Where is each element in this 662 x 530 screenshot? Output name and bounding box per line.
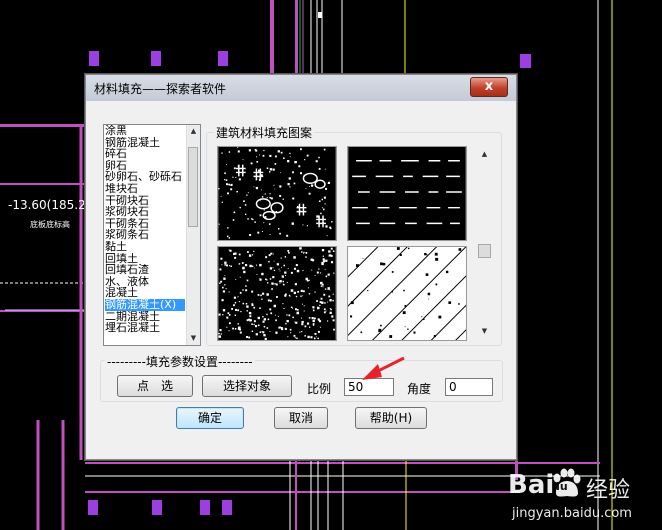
pattern-reinforced-concrete[interactable] [347, 246, 467, 341]
params-group-label: ---------填充参数设置-------- [105, 353, 255, 370]
scroll-down-arrow-icon[interactable]: ▼ [187, 332, 200, 345]
pattern-scroll-down-icon[interactable]: ▼ [478, 325, 491, 338]
pattern-scrollbar[interactable]: ▲ ▼ [478, 140, 492, 338]
material-list-item[interactable]: 埋石混凝土 [105, 322, 185, 334]
scroll-thumb[interactable] [188, 147, 198, 227]
dialog-titlebar[interactable]: 材料填充——探索者软件 x [86, 75, 516, 101]
pattern-group-label: 建筑材料填充图案 [214, 124, 315, 141]
close-icon: x [484, 79, 494, 94]
angle-label: 角度 [407, 382, 432, 396]
material-list-item[interactable]: 水、液体 [105, 276, 185, 288]
material-list-scrollbar[interactable]: ▲ ▼ [186, 125, 200, 345]
annotation-arrow-icon [362, 356, 405, 380]
pattern-gravel[interactable] [217, 146, 337, 241]
scale-label: 比例 [307, 382, 332, 396]
material-list-item[interactable]: 浆砌块石 [105, 206, 185, 218]
pattern-concrete-dots[interactable] [217, 246, 337, 341]
material-fill-dialog: 材料填充——探索者软件 x 涂黑 钢筋混凝土 碎石 卵石 砂卵石、砂砾石 堆块石 干砌块石浆… [85, 74, 517, 460]
material-list-item[interactable]: 回填石渣 [105, 264, 185, 276]
help-button[interactable]: 帮助(H) [355, 407, 427, 429]
watermark-url: jingyan.baidu.com [512, 506, 632, 521]
material-list-item[interactable]: 砂卵石、砂砾石 [105, 171, 185, 183]
close-button[interactable]: x [470, 77, 508, 97]
pattern-scroll-thumb[interactable] [478, 244, 491, 258]
material-list-item[interactable]: 堆块石 [105, 183, 185, 195]
angle-input[interactable] [445, 378, 493, 396]
material-list-item[interactable]: 涂黑 [105, 125, 185, 137]
material-listbox[interactable]: 涂黑 钢筋混凝土 碎石 卵石 砂卵石、砂砾石 堆块石 干砌块石 浆砌块石 干砌条石 浆砌条石 黏土回… [103, 124, 201, 346]
ok-button[interactable]: 确定 [176, 407, 244, 429]
material-list-item[interactable]: 混凝土 [105, 287, 185, 299]
dialog-title: 材料填充——探索者软件 [94, 82, 227, 96]
pick-point-button[interactable]: 点 选 [117, 375, 193, 397]
select-objects-button[interactable]: 选择对象 [202, 375, 292, 397]
watermark-du: du [552, 480, 568, 493]
material-list-item[interactable]: 卵石 [105, 160, 185, 172]
cad-note-label: 底板底标高 [30, 220, 70, 229]
material-list-item[interactable]: 浆砌条石 [105, 229, 185, 241]
pattern-scroll-up-icon[interactable]: ▲ [478, 148, 491, 161]
material-list-item[interactable]: 回填土 [105, 253, 185, 265]
baidu-watermark: Bai du 经验 jingyan.baidu.com [498, 464, 658, 526]
material-list-item[interactable]: 黏土 [105, 241, 185, 253]
watermark-product: 经验 [586, 478, 631, 503]
material-list-item[interactable]: 碎石 [105, 148, 185, 160]
material-list-items: 涂黑 钢筋混凝土 碎石 卵石 砂卵石、砂砾石 堆块石 干砌块石 浆砌块石 干砌条石 浆砌条石 黏土回… [105, 125, 185, 334]
material-list-item[interactable]: 二期混凝土 [105, 311, 185, 323]
dialog-client-area: 涂黑 钢筋混凝土 碎石 卵石 砂卵石、砂砾石 堆块石 干砌块石 浆砌块石 干砌条石 浆砌条石 黏土回… [91, 102, 510, 452]
material-list-item[interactable]: 干砌条石 [105, 218, 185, 230]
material-list-item[interactable]: 钢筋混凝土 [105, 137, 185, 149]
cancel-button[interactable]: 取消 [274, 407, 328, 429]
material-list-item[interactable]: 干砌块石 [105, 195, 185, 207]
material-list-item[interactable]: 钢筋混凝土(X) [105, 298, 185, 311]
pattern-water[interactable] [347, 146, 467, 241]
cad-elevation-label: -13.60(185.20 [8, 198, 94, 212]
scroll-up-arrow-icon[interactable]: ▲ [187, 125, 200, 138]
